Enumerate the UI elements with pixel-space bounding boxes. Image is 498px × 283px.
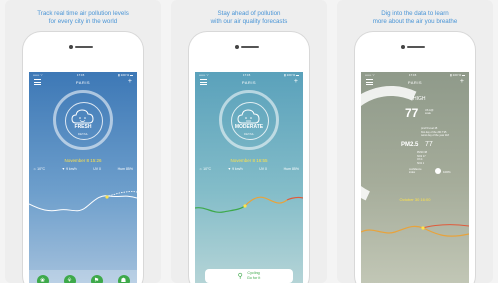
recommendation-text: Cycling Go for it — [247, 271, 261, 280]
screenshot-panel-details: Dig into the data to learn more about th… — [337, 0, 493, 283]
phone-frame: •••••• ⌔ 17:15 ▮ 100 % ▬ PARIS + HIGH 77… — [355, 32, 475, 283]
gauge-detail-link[interactable]: DETAIL — [222, 132, 276, 136]
earpiece — [407, 46, 425, 48]
wind: ▼ 9 km/h — [61, 167, 77, 171]
phone-frame: •••••• ⌔ 17:15 ▮ 100 % ▬ PARIS + FRESH D… — [23, 32, 143, 283]
aqi-value: 77 — [405, 106, 419, 120]
gauge-detail-link[interactable]: DETAIL — [56, 132, 110, 136]
data-orange-curve — [361, 225, 469, 237]
city-title: PARIS — [241, 80, 257, 85]
screenshot-panel-forecast: Stay ahead of pollution with our air qua… — [171, 0, 327, 283]
weather-stats: ☼ 10°C ▼ 9 km/h UV 0 Hum 85% — [199, 167, 299, 171]
forecast-chart[interactable] — [195, 180, 303, 230]
air-quality-label: FRESH — [74, 124, 92, 130]
earpiece — [75, 46, 93, 48]
aqi-gauge[interactable]: FRESH DETAIL — [53, 90, 113, 150]
plus-icon[interactable]: + — [294, 78, 298, 85]
bicycle-icon[interactable]: ⚘ — [63, 275, 76, 283]
plus-icon[interactable]: + — [460, 78, 464, 85]
main-pollutant-value: 77 — [425, 141, 433, 148]
city-title: PARIS — [407, 80, 423, 85]
time-text: 17:15 — [408, 73, 417, 77]
temperature: ☼ 10°C — [33, 167, 46, 171]
app-screen: •••••• ⌔ 17:15 ▮ 100 % ▬ PARIS + MODERAT… — [195, 72, 303, 283]
pollutant-row: SO2 1 — [417, 161, 425, 165]
advice-label: Go for it — [246, 276, 261, 280]
pollution-history-chart[interactable] — [29, 180, 137, 230]
activity-recommendation-button[interactable]: ⚲ Cycling Go for it — [205, 269, 293, 283]
flower-icon[interactable]: ❀ — [36, 275, 49, 283]
pollutant-list: PM10 38 NO2 17 O3 4 SO2 1 — [417, 151, 427, 165]
reading-date: October 30 16:00 — [399, 197, 431, 202]
temperature: ☼ 10°C — [199, 167, 212, 171]
status-bar: •••••• ⌔ 17:15 ▮ 100 % ▬ — [365, 73, 465, 78]
data-history-chart[interactable] — [361, 212, 469, 262]
forecast-curve — [108, 191, 137, 197]
pollution-level: HIGH — [413, 96, 426, 102]
carrier-text: •••••• ⌔ — [365, 73, 375, 77]
forecast-red-segment — [286, 196, 303, 201]
phone-frame: •••••• ⌔ 17:15 ▮ 100 % ▬ PARIS + MODERAT… — [189, 32, 309, 283]
time-text: 17:15 — [242, 73, 251, 77]
confidence-label: confidence index — [409, 168, 422, 175]
panel-caption: Stay ahead of pollution with our air qua… — [210, 10, 288, 25]
carrier-text: •••••• ⌔ — [199, 73, 209, 77]
reading-date: November 8 16:55 — [230, 158, 268, 163]
status-bar: •••••• ⌔ 17:15 ▮ 100 % ▬ — [33, 73, 133, 78]
screenshot-panel-realtime: Track real time air pollution levels for… — [5, 0, 161, 283]
status-bar: •••••• ⌔ 17:15 ▮ 100 % ▬ — [199, 73, 299, 78]
bottom-tab-bar: ❀ ⚘ ⚑ ☗ — [29, 270, 137, 283]
weather-stats: ☼ 10°C ▼ 9 km/h UV 0 Hum 85% — [33, 167, 133, 171]
city-title: PARIS — [75, 80, 91, 85]
aqi-details: pm2.5 level 45 first day of the 2017 95 … — [421, 127, 449, 138]
main-pollutant-label: PM2.5 — [401, 142, 419, 148]
forecast-green-segment — [195, 205, 246, 213]
current-point — [421, 226, 425, 230]
panel-caption: Dig into the data to learn more about th… — [372, 10, 458, 25]
camera-icon — [69, 45, 73, 49]
aqi-unit: US AQI scale — [425, 109, 434, 115]
uv-index: UV 0 — [259, 167, 267, 171]
confidence-icon — [435, 168, 441, 174]
air-quality-label: MODERATE — [234, 124, 264, 130]
panel-caption: Track real time air pollution levels for… — [37, 10, 129, 25]
forecast-orange-segment — [244, 196, 288, 207]
bicycle-icon: ⚲ — [237, 273, 243, 280]
data-red-curve — [422, 224, 469, 229]
humidity: Hum 85% — [117, 167, 133, 171]
plus-icon[interactable]: + — [128, 78, 132, 85]
leaf-icon[interactable]: ⚑ — [90, 275, 103, 283]
history-curve — [29, 195, 137, 212]
app-screen: •••••• ⌔ 17:15 ▮ 100 % ▬ PARIS + HIGH 77… — [361, 72, 469, 283]
current-point — [243, 204, 247, 208]
uv-index: UV 0 — [93, 167, 101, 171]
detail-line: worst day of the year 118 — [421, 134, 449, 137]
app-screen: •••••• ⌔ 17:15 ▮ 100 % ▬ PARIS + FRESH D… — [29, 72, 137, 283]
home-icon[interactable]: ☗ — [117, 275, 130, 283]
humidity: Hum 85% — [283, 167, 299, 171]
wind: ▼ 9 km/h — [227, 167, 243, 171]
time-text: 17:15 — [76, 73, 85, 77]
carrier-text: •••••• ⌔ — [33, 73, 43, 77]
reading-date: November 8 15:26 — [64, 158, 102, 163]
aqi-gauge[interactable]: MODERATE DETAIL — [219, 90, 279, 150]
camera-icon — [401, 45, 405, 49]
earpiece — [241, 46, 259, 48]
current-point — [105, 195, 109, 199]
camera-icon — [235, 45, 239, 49]
confidence-value: 100% — [443, 170, 451, 174]
